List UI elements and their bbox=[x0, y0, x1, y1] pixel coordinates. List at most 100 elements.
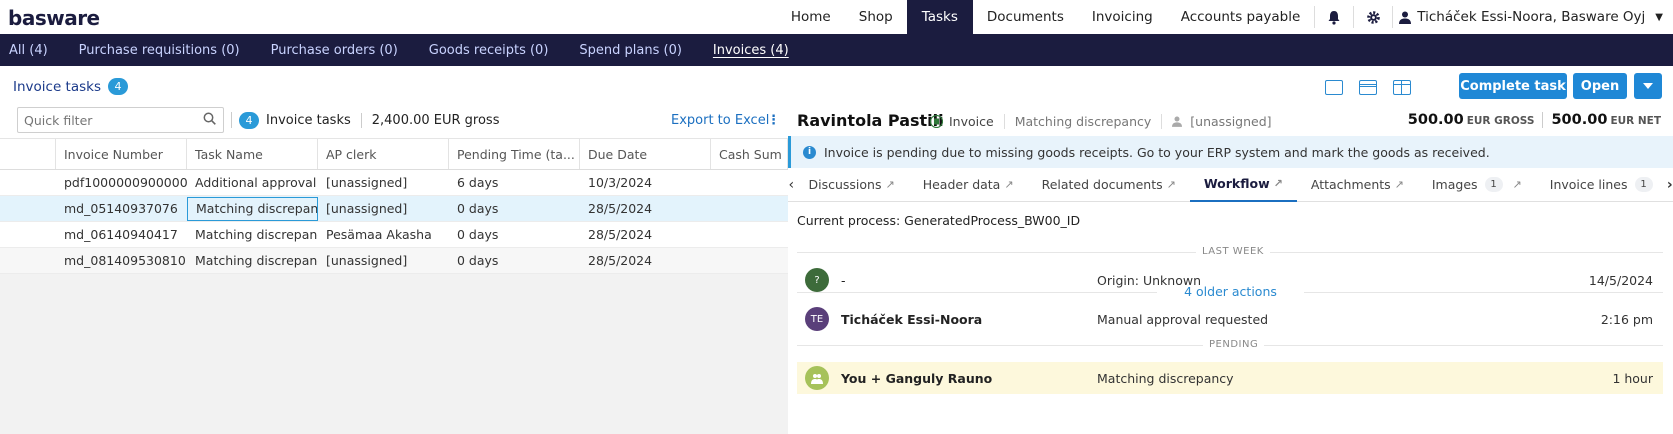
external-link-icon: ↗ bbox=[1512, 178, 1522, 191]
cell-ap-clerk: [unassigned] bbox=[326, 253, 408, 268]
net-unit: EUR NET bbox=[1610, 115, 1661, 127]
supplier-name: Ravintola Pastili bbox=[797, 111, 944, 130]
invoice-totals: 500.00 EUR GROSS 500.00 EUR NET bbox=[1408, 112, 1661, 128]
detail-tabs: ‹ Discussions ↗ Header data ↗ Related docu… bbox=[788, 168, 1673, 202]
tab-header-data[interactable]: Header data ↗ bbox=[909, 168, 1028, 202]
nav-accounts-payable[interactable]: Accounts payable bbox=[1167, 0, 1315, 34]
complete-task-button[interactable]: Complete task bbox=[1459, 73, 1567, 99]
search-icon[interactable] bbox=[203, 112, 216, 129]
cell-invoice-number: md_05140937076 bbox=[64, 201, 178, 216]
sub-nav: All (4) Purchase requisitions (0) Purcha… bbox=[0, 34, 1673, 66]
subnav-purchase-orders[interactable]: Purchase orders (0) bbox=[262, 43, 398, 58]
gross-total: 2,400.00 EUR gross bbox=[360, 113, 499, 128]
nav-invoicing[interactable]: Invoicing bbox=[1078, 0, 1167, 34]
section-label-last-week: LAST WEEK bbox=[1196, 246, 1270, 257]
table-row-selected[interactable]: md_05140937076 Matching discrepancy [una… bbox=[0, 196, 788, 222]
cell-due-date: 10/3/2024 bbox=[588, 175, 653, 190]
tab-invoice-lines[interactable]: Invoice lines 1 bbox=[1536, 168, 1667, 202]
filter-count-label: Invoice tasks bbox=[266, 113, 351, 128]
nav-home[interactable]: Home bbox=[777, 0, 845, 34]
user-icon bbox=[1172, 116, 1183, 127]
nav-shop[interactable]: Shop bbox=[845, 0, 907, 34]
avatar: TE bbox=[805, 307, 829, 331]
column-header-due-date[interactable]: Due Date bbox=[580, 139, 711, 169]
column-header-pending-time[interactable]: Pending Time (ta... bbox=[449, 139, 580, 169]
workflow-row-pending: You + Ganguly Rauno Matching discrepancy… bbox=[797, 362, 1663, 394]
tab-images[interactable]: Images 1 ↗ bbox=[1418, 168, 1536, 202]
export-to-excel-link[interactable]: Export to Excel bbox=[671, 113, 769, 128]
view-vertical-split-icon[interactable] bbox=[1393, 80, 1411, 95]
cell-pending-time: 0 days bbox=[457, 253, 499, 268]
cell-invoice-number: md_081409530810 bbox=[64, 253, 186, 268]
task-summary: 4 Invoice tasks 2,400.00 EUR gross bbox=[239, 112, 499, 129]
cell-task-name: Additional approval bbox=[195, 175, 317, 190]
workflow-time: 2:16 pm bbox=[1600, 311, 1653, 327]
invoice-lines-count-badge: 1 bbox=[1634, 177, 1653, 192]
document-type: Invoice bbox=[930, 114, 1004, 129]
quick-filter-input[interactable] bbox=[17, 107, 224, 133]
top-bar: basware Home Shop Tasks Documents Invoic… bbox=[0, 0, 1673, 34]
current-process: Current process: GeneratedProcess_BW00_I… bbox=[797, 213, 1081, 228]
view-horizontal-split-icon[interactable] bbox=[1359, 80, 1377, 95]
subnav-invoices[interactable]: Invoices (4) bbox=[704, 43, 789, 58]
settings-gear-icon[interactable] bbox=[1354, 0, 1392, 34]
external-link-icon: ↗ bbox=[1166, 178, 1176, 191]
cell-task-name: Matching discrepancy bbox=[195, 227, 318, 242]
tab-related-documents[interactable]: Related documents ↗ bbox=[1028, 168, 1190, 202]
older-actions-link[interactable]: 4 older actions bbox=[1184, 284, 1277, 299]
tab-workflow[interactable]: Workflow ↗ bbox=[1189, 168, 1297, 202]
tabs-scroll-right-icon[interactable]: › bbox=[1667, 177, 1673, 193]
cell-task-name-focused[interactable]: Matching discrepancy bbox=[187, 196, 318, 221]
page-title: Invoice tasks 4 bbox=[13, 78, 129, 95]
task-list-panel: 4 Invoice tasks 2,400.00 EUR gross Expor… bbox=[0, 106, 788, 434]
nav-tasks[interactable]: Tasks bbox=[906, 0, 973, 34]
open-button[interactable]: Open bbox=[1573, 73, 1627, 99]
table-row[interactable]: pdf1000000900000117 Additional approval … bbox=[0, 170, 788, 196]
more-options-icon[interactable]: ⋮ bbox=[767, 113, 780, 128]
table-row[interactable]: md_06140940417 Matching discrepancy Pesä… bbox=[0, 222, 788, 248]
filter-divider bbox=[231, 112, 232, 128]
cell-invoice-number: md_06140940417 bbox=[64, 227, 178, 242]
tab-attachments[interactable]: Attachments ↗ bbox=[1297, 168, 1418, 202]
column-header-task-name[interactable]: Task Name bbox=[187, 139, 318, 169]
more-actions-chevron-down-icon[interactable] bbox=[1634, 73, 1662, 99]
cell-invoice-number: pdf1000000900000117 bbox=[64, 175, 187, 190]
view-single-icon[interactable] bbox=[1325, 80, 1343, 95]
chevron-down-icon: ▼ bbox=[1655, 11, 1663, 23]
images-count-badge: 1 bbox=[1484, 177, 1503, 192]
subnav-spend-plans[interactable]: Spend plans (0) bbox=[570, 43, 682, 58]
column-header-invoice-number[interactable]: Invoice Number bbox=[56, 139, 187, 169]
external-link-icon: ↗ bbox=[1394, 178, 1404, 191]
cell-task-name: Matching discrepancy bbox=[195, 253, 318, 268]
workflow-actor: You + Ganguly Rauno bbox=[841, 370, 993, 386]
invoice-document-icon bbox=[930, 115, 943, 128]
net-amount: 500.00 bbox=[1551, 112, 1608, 128]
user-icon bbox=[1399, 11, 1412, 24]
cell-ap-clerk: [unassigned] bbox=[326, 201, 408, 216]
cell-due-date: 28/5/2024 bbox=[588, 253, 653, 268]
external-link-icon: ↗ bbox=[1004, 178, 1014, 191]
basware-logo[interactable]: basware bbox=[8, 6, 100, 30]
notifications-bell-icon[interactable] bbox=[1315, 0, 1353, 34]
workflow-time: 1 hour bbox=[1612, 370, 1653, 386]
document-meta: Invoice Matching discrepancy [unassigned… bbox=[930, 114, 1282, 129]
user-name: Ticháček Essi-Noora, Basware Oyj bbox=[1417, 9, 1646, 25]
info-icon: i bbox=[803, 145, 816, 159]
section-label-pending: PENDING bbox=[1203, 339, 1265, 350]
cell-pending-time: 0 days bbox=[457, 227, 499, 242]
column-header-cash-sum[interactable]: Cash Sum bbox=[711, 139, 788, 169]
cell-ap-clerk: Pesämaa Akasha bbox=[326, 227, 432, 242]
user-menu[interactable]: Ticháček Essi-Noora, Basware Oyj ▼ bbox=[1393, 0, 1673, 34]
subnav-goods-receipts[interactable]: Goods receipts (0) bbox=[420, 43, 549, 58]
external-link-icon: ↗ bbox=[885, 178, 895, 191]
nav-documents[interactable]: Documents bbox=[973, 0, 1078, 34]
filter-row: 4 Invoice tasks 2,400.00 EUR gross Expor… bbox=[0, 106, 788, 138]
column-header-ap-clerk[interactable]: AP clerk bbox=[318, 139, 449, 169]
older-actions-row: 4 older actions bbox=[788, 284, 1673, 299]
column-header-select[interactable] bbox=[0, 139, 56, 169]
subnav-all[interactable]: All (4) bbox=[0, 43, 48, 58]
table-row[interactable]: md_081409530810 Matching discrepancy [un… bbox=[0, 248, 788, 274]
tab-discussions[interactable]: Discussions ↗ bbox=[794, 168, 908, 202]
subnav-purchase-requisitions[interactable]: Purchase requisitions (0) bbox=[70, 43, 240, 58]
workflow-action: Matching discrepancy bbox=[1097, 370, 1234, 386]
